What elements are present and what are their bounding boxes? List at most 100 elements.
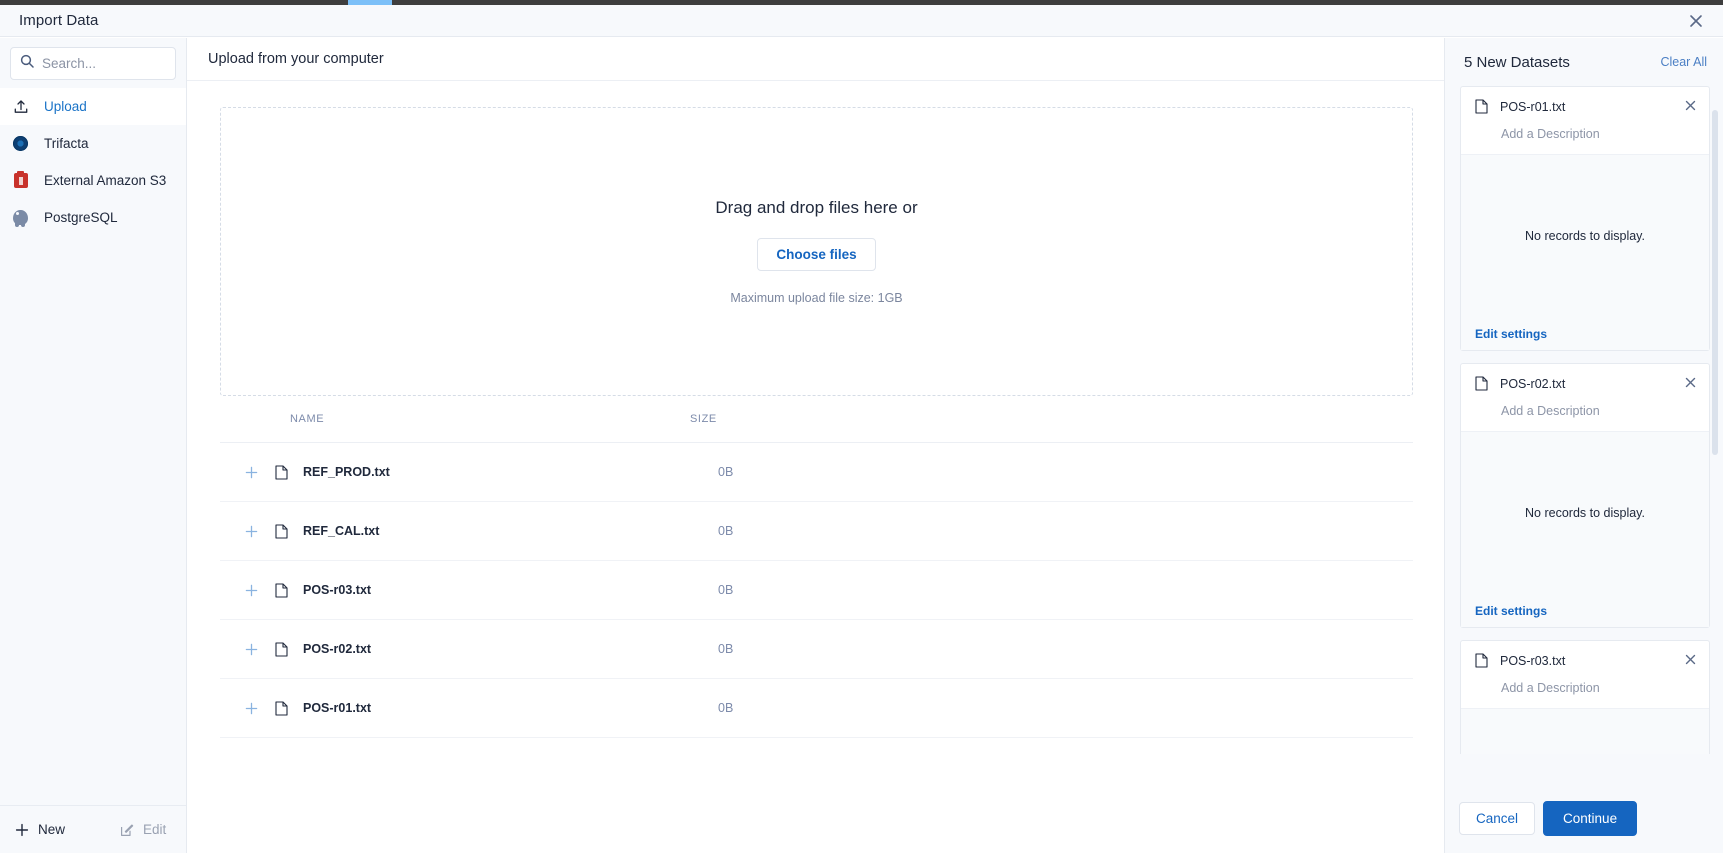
file-icon (1475, 99, 1488, 114)
dataset-card-header: POS-r01.txt Add a Description (1461, 87, 1709, 154)
scrollbar-thumb[interactable] (1712, 110, 1718, 455)
datasets-scrollbar[interactable] (1712, 90, 1718, 750)
sidebar-item-label: External Amazon S3 (44, 173, 167, 188)
dropzone-title: Drag and drop files here or (715, 198, 918, 217)
continue-button[interactable]: Continue (1543, 801, 1638, 836)
search-icon (20, 54, 34, 73)
trifacta-icon (11, 134, 30, 153)
table-row[interactable]: POS-r01.txt 0B (220, 679, 1413, 738)
edit-settings-link[interactable]: Edit settings (1475, 604, 1547, 618)
edit-button[interactable]: Edit (120, 822, 166, 837)
sidebar-item-upload[interactable]: Upload (0, 88, 186, 125)
dataset-description-input[interactable]: Add a Description (1501, 681, 1695, 695)
cancel-button[interactable]: Cancel (1459, 802, 1536, 835)
dataset-preview-empty: No records to display. (1461, 431, 1709, 594)
add-file-icon[interactable] (245, 466, 275, 479)
file-size: 0B (718, 583, 734, 597)
new-button[interactable]: New (15, 822, 65, 837)
file-size: 0B (718, 642, 734, 656)
dataset-description-input[interactable]: Add a Description (1501, 127, 1695, 141)
table-row[interactable]: POS-r02.txt 0B (220, 620, 1413, 679)
page-title: Import Data (19, 12, 99, 29)
dataset-card-header: POS-r02.txt Add a Description (1461, 364, 1709, 431)
file-size: 0B (718, 465, 734, 479)
dataset-name: POS-r03.txt (1500, 653, 1566, 668)
dataset-preview-empty: No records to display. (1461, 708, 1709, 754)
dataset-card-footer: Edit settings (1461, 317, 1709, 350)
main-content: Upload from your computer Drag and drop … (187, 38, 1444, 853)
dataset-name: POS-r01.txt (1500, 99, 1566, 114)
file-table: NAME SIZE REF_PROD.txt 0B REF_CAL.txt 0B… (220, 396, 1413, 738)
new-datasets-list: POS-r01.txt Add a Description No records… (1445, 86, 1723, 754)
scroll-fade (187, 807, 1444, 853)
file-name: POS-r03.txt (303, 583, 372, 597)
file-icon (275, 464, 303, 480)
file-icon (275, 700, 303, 716)
new-datasets-title: 5 New Datasets (1464, 53, 1570, 71)
file-name: POS-r01.txt (303, 701, 372, 715)
edit-button-label: Edit (143, 822, 167, 837)
sidebar-nav: Upload Trifacta External Amazon S3 Postg… (0, 88, 186, 236)
sidebar-item-external-amazon-s3[interactable]: External Amazon S3 (0, 162, 186, 199)
new-button-label: New (38, 822, 66, 837)
file-icon (275, 523, 303, 539)
upload-icon (11, 97, 30, 116)
file-icon (1475, 376, 1488, 391)
add-file-icon[interactable] (245, 584, 275, 597)
edit-settings-link[interactable]: Edit settings (1475, 327, 1547, 341)
postgresql-icon (11, 208, 30, 227)
sidebar-item-trifacta[interactable]: Trifacta (0, 125, 186, 162)
amazon-s3-icon (11, 171, 30, 190)
table-row[interactable]: REF_PROD.txt 0B (220, 443, 1413, 502)
top-progress-strip (0, 0, 1723, 5)
dataset-name: POS-r02.txt (1500, 376, 1566, 391)
sidebar: / Upload Trifacta External Amazon S3 (0, 38, 224, 853)
dataset-card: POS-r03.txt Add a Description No records… (1460, 640, 1710, 754)
plus-icon (15, 823, 29, 837)
file-icon (275, 582, 303, 598)
file-dropzone[interactable]: Drag and drop files here or Choose files… (220, 107, 1413, 396)
dataset-preview-empty: No records to display. (1461, 154, 1709, 317)
dataset-card-footer: Edit settings (1461, 594, 1709, 627)
add-file-icon[interactable] (245, 643, 275, 656)
remove-dataset-icon[interactable] (1681, 373, 1699, 391)
sidebar-item-label: PostgreSQL (44, 210, 118, 225)
new-datasets-header: 5 New Datasets Clear All (1445, 38, 1723, 86)
column-header-name: NAME (290, 413, 325, 425)
dataset-card: POS-r02.txt Add a Description No records… (1460, 363, 1710, 628)
dataset-card: POS-r01.txt Add a Description No records… (1460, 86, 1710, 351)
sidebar-footer: New Edit (0, 805, 186, 853)
sidebar-item-label: Trifacta (44, 136, 89, 151)
table-row[interactable]: POS-r03.txt 0B (220, 561, 1413, 620)
file-icon (1475, 653, 1488, 668)
file-name: REF_PROD.txt (303, 465, 390, 479)
file-name: POS-r02.txt (303, 642, 372, 656)
add-file-icon[interactable] (245, 702, 275, 715)
file-icon (275, 641, 303, 657)
dataset-card-header: POS-r03.txt Add a Description (1461, 641, 1709, 708)
search-box[interactable]: / (10, 47, 224, 80)
sidebar-item-postgresql[interactable]: PostgreSQL (0, 199, 186, 236)
dropzone-hint: Maximum upload file size: 1GB (730, 291, 903, 305)
clear-all-button[interactable]: Clear All (1660, 55, 1707, 69)
column-header-size: SIZE (690, 413, 717, 425)
remove-dataset-icon[interactable] (1681, 650, 1699, 668)
add-file-icon[interactable] (245, 525, 275, 538)
file-table-header: NAME SIZE (220, 396, 1413, 443)
choose-files-button[interactable]: Choose files (757, 238, 876, 271)
close-icon[interactable] (1683, 8, 1709, 34)
file-size: 0B (718, 701, 734, 715)
remove-dataset-icon[interactable] (1681, 96, 1699, 114)
dialog-body: / Upload Trifacta External Amazon S3 (0, 38, 1723, 853)
dataset-description-input[interactable]: Add a Description (1501, 404, 1695, 418)
table-row[interactable]: REF_CAL.txt 0B (220, 502, 1413, 561)
file-name: REF_CAL.txt (303, 524, 380, 538)
main-header-title: Upload from your computer (187, 38, 1444, 81)
file-size: 0B (718, 524, 734, 538)
progress-indicator (348, 0, 392, 5)
new-datasets-panel: 5 New Datasets Clear All POS-r01.txt Add… (1444, 38, 1723, 853)
dialog-footer: Cancel Continue (1445, 783, 1723, 853)
edit-pencil-icon (120, 823, 134, 837)
sidebar-item-label: Upload (44, 99, 87, 114)
dialog-header: Import Data (0, 5, 1723, 37)
